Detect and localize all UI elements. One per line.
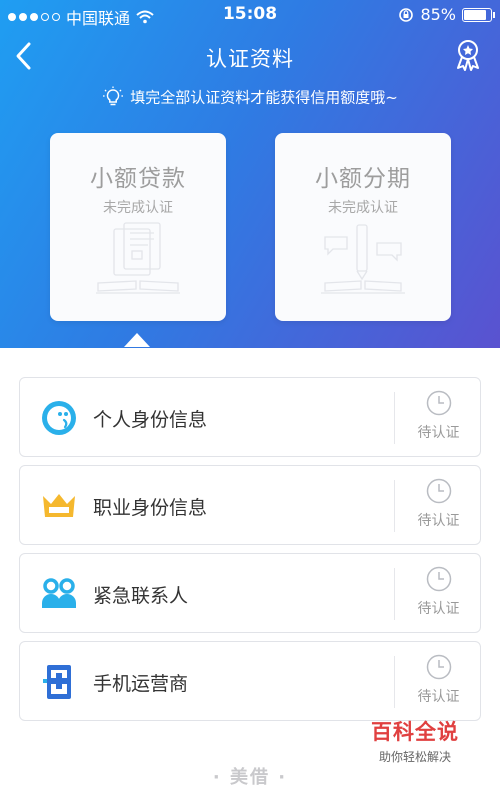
- status-pending: 待认证: [395, 654, 482, 706]
- status-pending: 待认证: [395, 390, 482, 442]
- status-text: 待认证: [417, 689, 460, 705]
- footer-brand: · 美借 ·: [212, 767, 288, 788]
- document-book-illustration-icon: [96, 222, 180, 294]
- status-right: 85%: [398, 5, 495, 24]
- hint-banner: 填完全部认证资料才能获得信用额度哦~: [0, 86, 500, 108]
- smiley-icon: [42, 401, 76, 435]
- list-item-label: 紧急联系人: [93, 585, 189, 607]
- list-item-emergency-contact[interactable]: 紧急联系人 待认证: [19, 553, 481, 633]
- battery-fill: [464, 9, 486, 20]
- status-text: 待认证: [417, 425, 460, 441]
- card-status: 未完成认证: [328, 200, 398, 216]
- contacts-icon: [42, 578, 76, 608]
- list-item-personal-id[interactable]: 个人身份信息 待认证: [19, 377, 481, 457]
- award-ribbon-icon[interactable]: [452, 38, 484, 72]
- status-bar: 中国联通 15:08 85%: [0, 0, 500, 28]
- orientation-lock-icon: [399, 7, 414, 22]
- operator-icon: [43, 665, 71, 699]
- card-title: 小额分期: [315, 166, 411, 192]
- pencil-chat-illustration-icon: [321, 224, 405, 294]
- status-text: 待认证: [417, 513, 460, 529]
- verification-list: 个人身份信息 待认证 职业身份信息 待认证 紧急联系人 待认证 手机运营商 待认…: [19, 377, 481, 729]
- watermark: 百科全说 助你轻松解决: [356, 716, 474, 765]
- small-loan-card[interactable]: 小额贷款 未完成认证: [50, 133, 226, 321]
- installment-card[interactable]: 小额分期 未完成认证: [275, 133, 451, 321]
- list-item-label: 手机运营商: [93, 673, 189, 695]
- clock-icon: [426, 566, 451, 592]
- card-title: 小额贷款: [90, 166, 186, 192]
- page-title: 认证资料: [206, 47, 294, 71]
- lightbulb-icon: [103, 86, 124, 106]
- battery-percent: 85%: [420, 5, 456, 24]
- status-pending: 待认证: [395, 566, 482, 618]
- list-item-label: 个人身份信息: [93, 409, 208, 431]
- list-item-mobile-operator[interactable]: 手机运营商 待认证: [19, 641, 481, 721]
- clock-icon: [426, 654, 451, 680]
- status-text: 待认证: [417, 601, 460, 617]
- hint-text: 填完全部认证资料才能获得信用额度哦~: [130, 88, 398, 107]
- status-pending: 待认证: [395, 478, 482, 530]
- card-pointer: [124, 333, 150, 347]
- card-status: 未完成认证: [103, 200, 173, 216]
- list-item-label: 职业身份信息: [93, 497, 208, 519]
- list-item-professional-id[interactable]: 职业身份信息 待认证: [19, 465, 481, 545]
- battery-icon: [462, 7, 495, 22]
- watermark-title: 百科全说: [371, 720, 459, 744]
- clock-icon: [426, 478, 451, 504]
- crown-icon: [43, 494, 75, 517]
- nav-bar: 认证资料: [0, 36, 500, 76]
- clock-icon: [426, 390, 451, 416]
